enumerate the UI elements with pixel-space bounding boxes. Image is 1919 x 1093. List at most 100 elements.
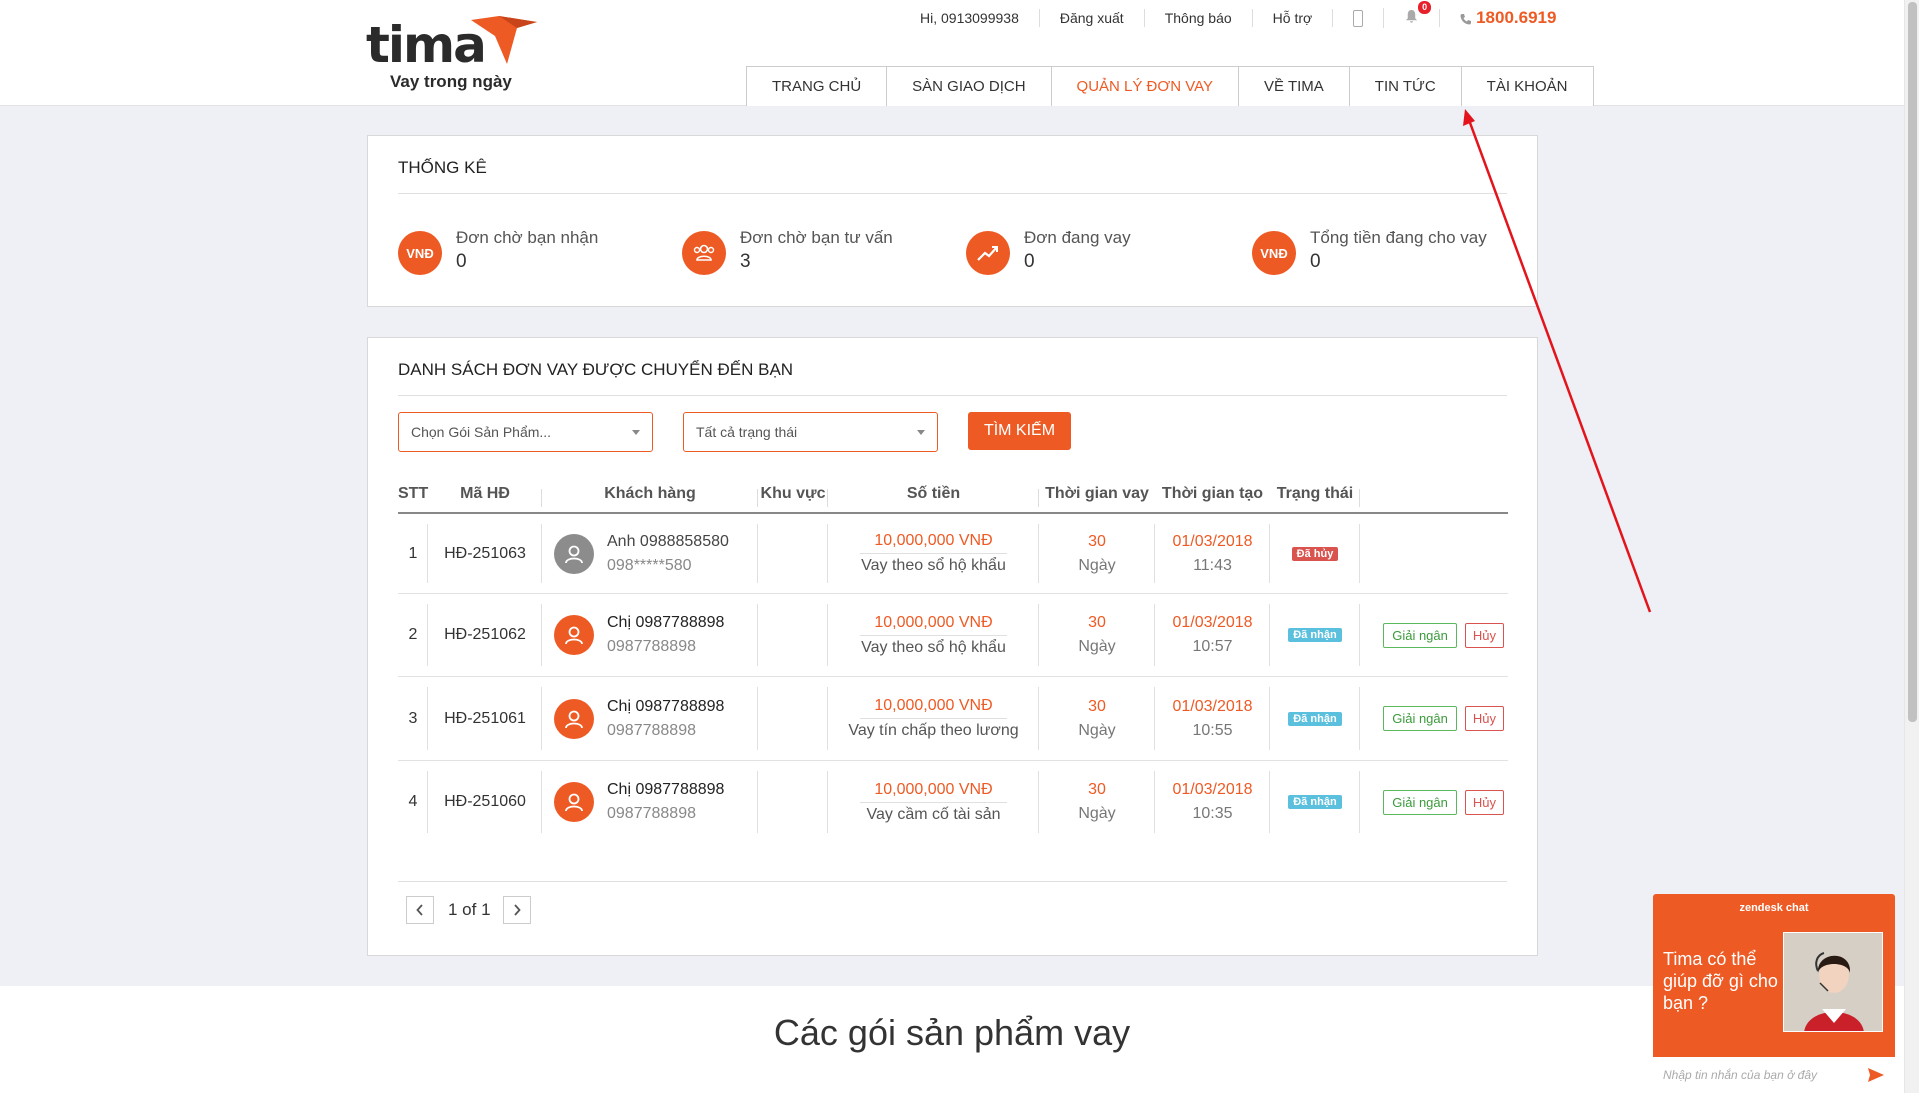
- loan-type: Vay cầm cố tài sản: [866, 805, 1001, 823]
- stat-pending-consult: Đơn chờ bạn tư vấn 3: [682, 228, 893, 276]
- row-created-time: 01/03/2018 10:35: [1155, 761, 1270, 843]
- row-region: [758, 677, 828, 760]
- row-stt: 4: [398, 761, 428, 843]
- mobile-app-link[interactable]: [1332, 8, 1383, 28]
- user-avatar-icon: [554, 533, 594, 574]
- cancel-button[interactable]: Hủy: [1464, 622, 1504, 648]
- chat-brand: zendesk chat: [1739, 902, 1809, 914]
- row-status: Đã nhận: [1270, 677, 1360, 760]
- nav-loan-management[interactable]: QUẢN LÝ ĐƠN VAY: [1050, 67, 1239, 106]
- row-loan-term: 30 Ngày: [1039, 761, 1155, 843]
- row-contract-code: HĐ-251060: [428, 761, 542, 843]
- table-row[interactable]: 4 HĐ-251060 Chị 0987788898 0987788898 10…: [398, 761, 1508, 843]
- user-avatar-icon: [554, 698, 594, 739]
- support-link[interactable]: Hỗ trợ: [1251, 9, 1333, 27]
- col-status: Trạng thái: [1270, 485, 1360, 507]
- logout-link[interactable]: Đăng xuất: [1038, 9, 1144, 27]
- cancel-button[interactable]: Hủy: [1464, 706, 1504, 731]
- status-badge: Đã hủy: [1291, 546, 1339, 561]
- zendesk-chat-widget[interactable]: zendesk chat Tima có thể giúp đỡ gì cho …: [1653, 894, 1895, 1093]
- tima-logo[interactable]: tima Vay trong ngày: [366, 14, 537, 94]
- status-select[interactable]: Tất cả trạng thái: [683, 412, 938, 452]
- chevron-right-icon: [513, 904, 521, 916]
- loan-amount: 10,000,000 VNĐ: [860, 529, 1007, 554]
- row-loan-term: 30 Ngày: [1039, 677, 1155, 760]
- page-scrollbar[interactable]: [1904, 0, 1919, 1093]
- chevron-down-icon: [632, 430, 640, 435]
- nav-account[interactable]: TÀI KHOẢN: [1460, 67, 1593, 106]
- created-time: 11:43: [1193, 556, 1232, 574]
- mobile-icon: [1353, 10, 1364, 28]
- stat-value: 0: [1310, 251, 1321, 272]
- col-stt: STT: [398, 485, 429, 502]
- scrollbar-thumb[interactable]: [1908, 2, 1917, 722]
- divider: [398, 881, 1507, 882]
- nav-home[interactable]: TRANG CHỦ: [747, 67, 886, 106]
- chat-message-input[interactable]: Nhập tin nhắn của bạn ở đây: [1653, 1057, 1895, 1093]
- hotline[interactable]: 1800.6919: [1439, 9, 1576, 27]
- stat-active-loans: Đơn đang vay 0: [966, 228, 1131, 276]
- logo-wordmark: tima: [366, 16, 487, 74]
- next-page-button[interactable]: [502, 896, 531, 924]
- row-stt: 2: [398, 594, 428, 676]
- send-icon[interactable]: [1867, 1067, 1885, 1083]
- disburse-button[interactable]: Giải ngân: [1383, 789, 1457, 815]
- row-amount: 10,000,000 VNĐ Vay theo sổ hộ khẩu: [828, 594, 1039, 676]
- row-status: Đã hủy: [1270, 514, 1360, 593]
- disburse-button[interactable]: Giải ngân: [1383, 706, 1457, 731]
- products-section-title: Các gói sản phẩm vay: [773, 1012, 1131, 1053]
- stats-title: THỐNG KÊ: [398, 158, 487, 177]
- hotline-number: 1800.6919: [1476, 8, 1557, 27]
- top-utility-bar: Hi, 0913099938 Đăng xuất Thông báo Hỗ tr…: [900, 0, 1576, 28]
- search-button[interactable]: TÌM KIẾM: [968, 412, 1071, 450]
- stat-pending-receive: VNĐ Đơn chờ bạn nhận 0: [398, 228, 598, 276]
- col-region: Khu vực: [758, 485, 828, 507]
- row-contract-code: HĐ-251062: [428, 594, 542, 676]
- chevron-left-icon: [416, 904, 423, 916]
- nav-marketplace[interactable]: SÀN GIAO DỊCH: [886, 67, 1050, 106]
- loan-type: Vay theo sổ hộ khẩu: [861, 638, 1006, 656]
- nav-about[interactable]: VỀ TIMA: [1238, 67, 1349, 106]
- bird-logo-icon: [471, 16, 537, 64]
- term-value: 30: [1088, 697, 1106, 715]
- term-unit: Ngày: [1078, 638, 1116, 655]
- row-actions: Giải ngân Hủy: [1360, 594, 1508, 676]
- term-unit: Ngày: [1078, 556, 1116, 574]
- loan-amount: 10,000,000 VNĐ: [860, 778, 1007, 803]
- cancel-button[interactable]: Hủy: [1464, 789, 1504, 815]
- table-row[interactable]: 1 HĐ-251063 Anh 0988858580 098*****580 1…: [398, 514, 1508, 594]
- user-avatar-icon: [554, 782, 594, 822]
- disburse-button[interactable]: Giải ngân: [1383, 622, 1457, 648]
- row-region: [758, 514, 828, 593]
- user-avatar-icon: [554, 615, 594, 655]
- stats-panel: THỐNG KÊ VNĐ Đơn chờ bạn nhận 0 Đơn chờ …: [367, 135, 1538, 307]
- stat-value: 3: [740, 251, 751, 272]
- row-created-time: 01/03/2018 10:55: [1155, 677, 1270, 760]
- table-row[interactable]: 2 HĐ-251062 Chị 0987788898 0987788898 10…: [398, 594, 1508, 677]
- notification-bell[interactable]: 0: [1383, 0, 1439, 28]
- user-greeting[interactable]: Hi, 0913099938: [900, 9, 1039, 27]
- created-date: 01/03/2018: [1172, 697, 1253, 715]
- row-actions: [1360, 514, 1508, 593]
- row-amount: 10,000,000 VNĐ Vay cầm cố tài sản: [828, 761, 1039, 843]
- product-package-select[interactable]: Chọn Gói Sản Phẩm...: [398, 412, 653, 452]
- status-badge: Đã nhận: [1288, 795, 1342, 809]
- chevron-down-icon: [917, 430, 925, 435]
- prev-page-button[interactable]: [406, 896, 434, 924]
- nav-news[interactable]: TIN TỨC: [1348, 67, 1461, 106]
- support-agent-photo: [1783, 932, 1883, 1032]
- vnd-icon: VNĐ: [1252, 231, 1296, 275]
- logo-tagline: Vay trong ngày: [390, 72, 512, 91]
- filter-bar: Chọn Gói Sản Phẩm... Tất cả trạng thái T…: [398, 412, 1071, 452]
- table-row[interactable]: 3 HĐ-251061 Chị 0987788898 0987788898 10…: [398, 677, 1508, 761]
- row-created-time: 01/03/2018 10:57: [1155, 594, 1270, 676]
- customer-phone: 0987788898: [607, 638, 696, 655]
- row-loan-term: 30 Ngày: [1039, 594, 1155, 676]
- customer-name: Chị 0987788898: [607, 781, 725, 798]
- notifications-link[interactable]: Thông báo: [1143, 9, 1252, 27]
- col-created-time: Thời gian tạo: [1161, 485, 1264, 502]
- created-time: 10:57: [1192, 638, 1233, 655]
- term-value: 30: [1088, 532, 1106, 550]
- loan-list-panel: DANH SÁCH ĐƠN VAY ĐƯỢC CHUYỂN ĐẾN BẠN Ch…: [367, 337, 1538, 956]
- term-value: 30: [1088, 781, 1106, 798]
